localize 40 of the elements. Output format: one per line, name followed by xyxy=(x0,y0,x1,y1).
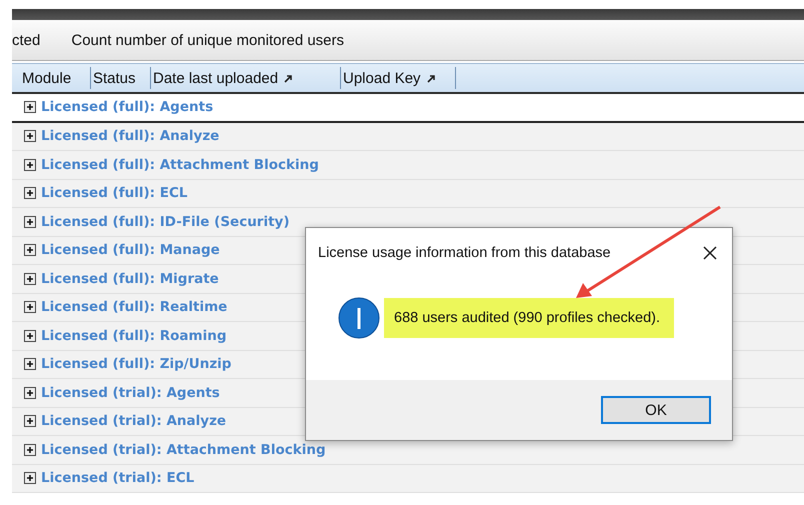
category-label: Licensed (trial): Attachment Blocking xyxy=(41,442,326,458)
category-label: Licensed (full): Analyze xyxy=(41,128,220,144)
expand-icon[interactable] xyxy=(24,386,36,399)
category-label: Licensed (full): Zip/Unzip xyxy=(41,356,232,372)
expand-icon[interactable] xyxy=(24,301,36,314)
category-label: Licensed (full): Realtime xyxy=(41,299,228,316)
sort-arrow-icon[interactable] xyxy=(426,74,436,82)
toolbar-action[interactable]: Count number of unique monitored users xyxy=(71,32,344,48)
category-label: Licensed (full): Manage xyxy=(41,242,220,258)
category-label: Licensed (full): ID-File (Security) xyxy=(41,214,290,230)
expand-icon[interactable] xyxy=(24,216,36,228)
ok-button[interactable]: OK xyxy=(601,396,711,424)
expand-icon[interactable] xyxy=(24,187,36,200)
toolbar-action[interactable]: cted xyxy=(12,32,40,48)
category-label: Licensed (trial): Agents xyxy=(41,384,220,401)
expand-icon[interactable] xyxy=(24,272,36,285)
category-label: Licensed (full): Attachment Blocking xyxy=(41,156,319,173)
expand-icon[interactable] xyxy=(24,101,36,114)
category-label: Licensed (trial): ECL xyxy=(41,470,194,486)
info-icon xyxy=(338,297,380,339)
expand-icon[interactable] xyxy=(24,444,36,456)
category-label: Licensed (full): Migrate xyxy=(41,270,219,287)
expand-icon[interactable] xyxy=(24,358,36,370)
column-header[interactable]: Upload Key xyxy=(341,67,456,89)
column-header[interactable]: Status xyxy=(91,67,151,89)
column-header[interactable]: Date last uploaded xyxy=(151,67,341,89)
category-label: Licensed (full): ECL xyxy=(41,185,188,202)
category-label: Licensed (full): Agents xyxy=(41,99,214,116)
expand-icon[interactable] xyxy=(24,415,36,428)
expand-icon[interactable] xyxy=(24,130,36,142)
expand-icon[interactable] xyxy=(24,330,36,342)
expand-icon[interactable] xyxy=(24,472,36,484)
expand-icon[interactable] xyxy=(24,244,36,256)
category-label: Licensed (trial): Analyze xyxy=(41,413,226,430)
sort-arrow-icon[interactable] xyxy=(284,74,294,82)
expand-icon[interactable] xyxy=(24,158,36,171)
dialog-message: 688 users audited (990 profiles checked). xyxy=(384,298,674,338)
category-label: Licensed (full): Roaming xyxy=(41,328,226,344)
dialog-title: License usage information from this database xyxy=(318,245,611,261)
column-header[interactable]: Module xyxy=(20,67,91,89)
